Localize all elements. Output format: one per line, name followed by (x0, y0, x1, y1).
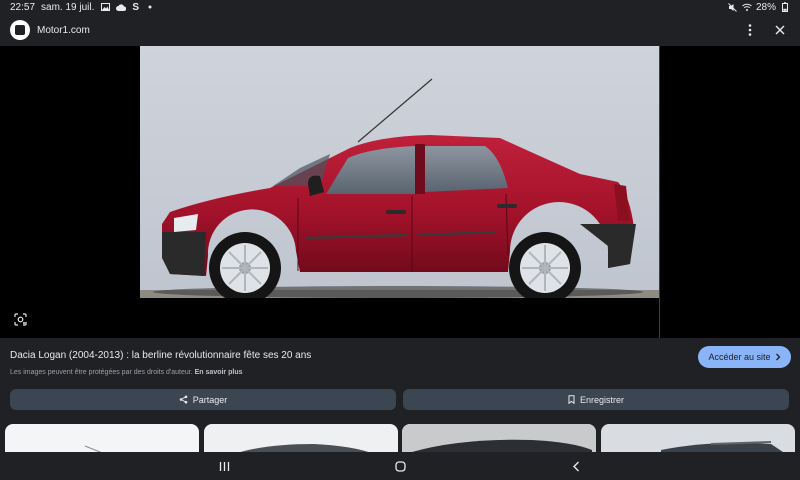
related-image-thumb[interactable] (402, 424, 596, 454)
close-icon (775, 25, 785, 35)
image-stage (0, 46, 800, 338)
save-button[interactable]: Enregistrer (403, 389, 789, 410)
recent-apps-button[interactable] (212, 456, 236, 476)
cloud-icon (116, 2, 127, 12)
battery-level: 28% (755, 1, 776, 13)
more-vert-icon (748, 24, 752, 36)
home-button[interactable] (388, 456, 412, 476)
back-icon (573, 461, 579, 471)
site-logo[interactable] (10, 20, 30, 40)
status-time: 22:57 (10, 1, 36, 13)
top-actions (740, 20, 790, 40)
recent-apps-icon (219, 461, 229, 471)
back-button[interactable] (564, 456, 588, 476)
bookmark-icon (568, 395, 575, 404)
mute-icon (728, 2, 738, 12)
related-image-thumb[interactable] (204, 424, 398, 454)
share-label: Partager (192, 394, 228, 405)
site-name[interactable]: Motor1.com (37, 25, 90, 36)
chevron-right-icon (775, 353, 780, 361)
related-images (0, 424, 800, 454)
photo-frame-edge (659, 46, 660, 338)
status-bar-left: 22:57 sam. 19 juil. S (10, 2, 155, 13)
viewer-top-bar: Motor1.com (0, 14, 800, 46)
status-date: sam. 19 juil. (41, 1, 95, 13)
lens-search-button[interactable] (10, 309, 30, 329)
result-title[interactable]: Dacia Logan (2004-2013) : la berline rév… (10, 350, 311, 361)
wifi-icon (742, 2, 752, 12)
image-notification-icon (100, 2, 110, 12)
home-icon (394, 460, 406, 472)
car-photo[interactable] (140, 46, 660, 298)
dot-icon (145, 2, 155, 12)
close-button[interactable] (770, 20, 790, 40)
share-icon (179, 395, 188, 404)
status-bar-right: 28% (728, 2, 790, 13)
system-nav-bar (0, 452, 800, 480)
visit-site-button[interactable]: Accéder au site (698, 346, 791, 368)
learn-more-link[interactable]: En savoir plus (195, 369, 243, 376)
copyright-notice: Les images peuvent être protégées par de… (10, 369, 243, 376)
s-notification-icon: S (132, 1, 140, 13)
related-image-thumb[interactable] (5, 424, 199, 454)
copyright-text: Les images peuvent être protégées par de… (10, 369, 193, 376)
lens-icon (13, 312, 27, 326)
status-bar: 22:57 sam. 19 juil. S 28% (0, 0, 800, 14)
visit-site-label: Accéder au site (708, 352, 771, 362)
save-label: Enregistrer (579, 394, 624, 405)
related-image-thumb[interactable] (601, 424, 795, 454)
more-options-button[interactable] (740, 20, 760, 40)
battery-icon (780, 2, 790, 12)
share-button[interactable]: Partager (10, 389, 396, 410)
